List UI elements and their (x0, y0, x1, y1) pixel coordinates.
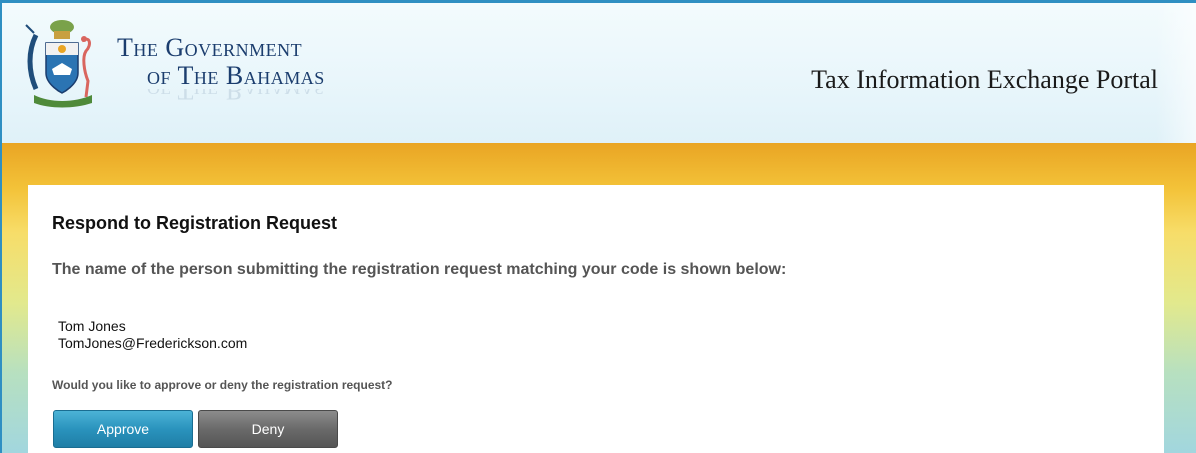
wordmark-reflection: of The Bahamas (147, 89, 325, 103)
requester-email: TomJones@Frederickson.com (58, 335, 248, 351)
bahamas-coat-of-arms-icon (22, 11, 102, 111)
page-title: Respond to Registration Request (52, 213, 338, 233)
government-wordmark: The Government of The Bahamas of The Bah… (117, 33, 325, 104)
main-content-panel: Respond to Registration Request The name… (28, 185, 1164, 453)
site-header: The Government of The Bahamas of The Bah… (2, 3, 1196, 143)
deny-button[interactable]: Deny (198, 410, 338, 448)
portal-title: Tax Information Exchange Portal (811, 65, 1158, 94)
approve-button[interactable]: Approve (53, 410, 193, 448)
wordmark-reflection-text: of The Bahamas (147, 89, 325, 103)
approval-question: Would you like to approve or deny the re… (52, 378, 393, 392)
requester-name: Tom Jones (58, 318, 126, 334)
government-name-line-1: The Government (117, 33, 303, 62)
intro-text: The name of the person submitting the re… (52, 261, 787, 278)
app-window: The Government of The Bahamas of The Bah… (0, 0, 1196, 453)
government-name-line-2: of The Bahamas (147, 61, 325, 90)
